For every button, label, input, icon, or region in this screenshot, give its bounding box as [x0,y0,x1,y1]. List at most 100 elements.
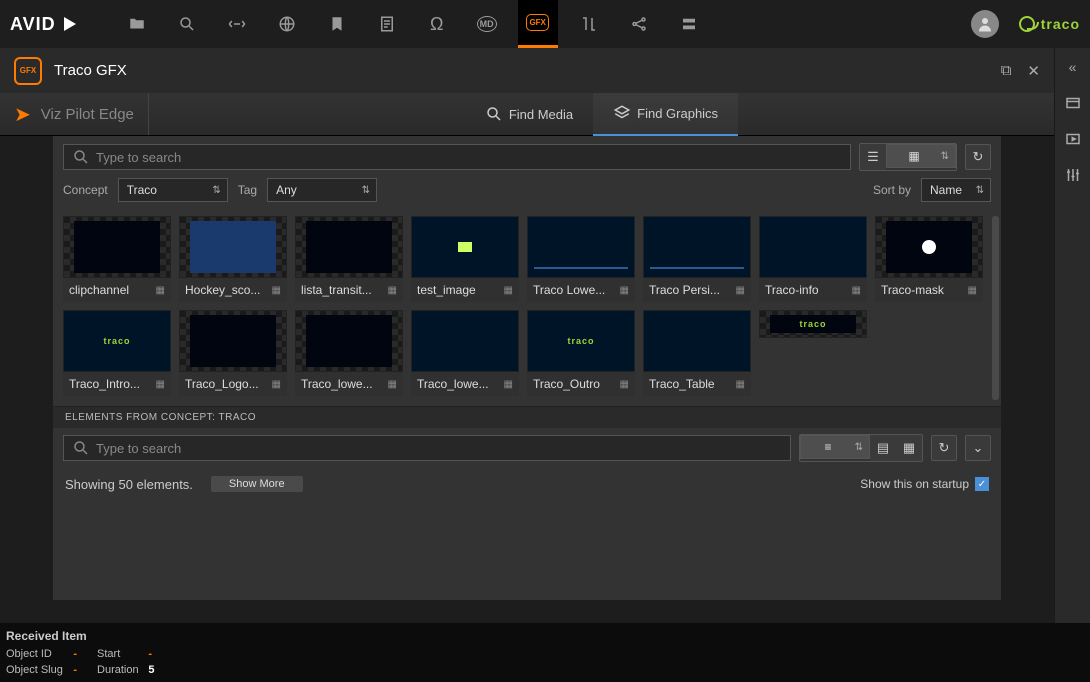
search-icon[interactable] [176,13,198,35]
crop-icon[interactable] [578,13,600,35]
tab-find-graphics[interactable]: Find Graphics [593,93,738,136]
item-name: lista_transit... [301,283,372,297]
elements-expand-icon[interactable]: ⌄ [965,435,991,461]
item-type-icon: ▦ [272,379,281,390]
received-panel: Received Item Object ID - Start - Object… [0,623,1090,682]
adjust-icon[interactable] [1064,166,1082,184]
view-list-icon[interactable]: ☰ [860,144,886,170]
play-panel-icon[interactable] [1064,130,1082,148]
sort-label: Sort by [873,183,911,197]
item-name: clipchannel [69,283,129,297]
link-icon[interactable] [226,13,248,35]
main-panel: Type to search ☰ ▦ ↻ Concept Traco Tag A… [53,136,1001,600]
server-icon[interactable] [678,13,700,35]
graphics-item[interactable]: test_image ▦ [411,216,519,302]
item-type-icon: ▦ [156,379,165,390]
item-type-icon: ▦ [620,379,629,390]
popout-icon[interactable]: ⧉ [1001,62,1012,80]
graphics-item[interactable]: Traco-info ▦ [759,216,867,302]
view-grid-icon[interactable]: ▦ [886,144,956,168]
right-rail: « [1054,48,1090,630]
elements-view-detail-icon[interactable]: ▤ [870,435,896,461]
md-icon[interactable]: MD [476,13,498,35]
item-name: Traco-info [765,283,819,297]
folder-icon[interactable] [126,13,148,35]
graphics-item[interactable]: traco [759,310,867,396]
graphics-item[interactable]: Traco_lowe... ▦ [411,310,519,396]
window-title: Traco GFX [54,62,127,79]
share-icon[interactable] [628,13,650,35]
elements-view-grid-icon[interactable]: ▦ [896,435,922,461]
item-type-icon: ▦ [504,379,513,390]
graphics-item[interactable]: tracoTraco_Outro▦ [527,310,635,396]
tag-label: Tag [238,183,257,197]
top-menu-bar: AVID Ω MD GFX traco [0,0,1090,48]
show-more-button[interactable]: Show More [211,476,303,492]
tab-find-media[interactable]: Find Media [465,93,593,136]
graphics-item[interactable]: Traco_lowe... ▦ [295,310,403,396]
graphics-item[interactable]: clipchannel ▦ [63,216,171,302]
item-name: Traco_lowe... [417,377,489,391]
product-name: Viz Pilot Edge [41,106,134,123]
elements-count: Showing 50 elements. [65,477,193,492]
close-icon[interactable]: ✕ [1027,62,1040,80]
item-name: Traco_lowe... [301,377,373,391]
elements-header: ELEMENTS FROM CONCEPT: TRACO [53,406,1001,428]
graphics-item[interactable]: Hockey_sco... ▦ [179,216,287,302]
search-placeholder: Type to search [96,150,181,165]
user-avatar[interactable] [971,10,999,38]
elements-view-lines-icon[interactable]: ≡ [800,435,870,459]
item-name: Traco Persi... [649,283,720,297]
elements-search-input[interactable]: Type to search [63,435,791,461]
omega-icon[interactable]: Ω [426,13,448,35]
item-name: Traco Lowe... [533,283,605,297]
item-type-icon: ▦ [388,379,397,390]
graphics-grid: clipchannel▦Hockey_sco...▦lista_transit.… [53,210,1001,406]
item-type-icon: ▦ [156,285,165,296]
tag-select[interactable]: Any [267,178,377,202]
item-type-icon: ▦ [736,379,745,390]
graphics-item[interactable]: Traco Persi... ▦ [643,216,751,302]
item-name: Traco-mask [881,283,944,297]
item-name: Traco_Intro... [69,377,140,391]
sort-select[interactable]: Name [921,178,991,202]
item-name: Traco_Outro [533,377,600,391]
item-type-icon: ▦ [968,285,977,296]
globe-icon[interactable] [276,13,298,35]
elements-search-placeholder: Type to search [96,441,181,456]
graphics-item[interactable]: tracoTraco_Intro...▦ [63,310,171,396]
window-titlebar: GFX Traco GFX ⧉ ✕ [0,48,1054,93]
elements-refresh-icon[interactable]: ↻ [931,435,957,461]
window-gfx-icon: GFX [14,57,42,85]
item-type-icon: ▦ [852,285,861,296]
item-name: Traco_Logo... [185,377,259,391]
item-type-icon: ▦ [272,285,281,296]
graphics-item[interactable]: Traco Lowe... ▦ [527,216,635,302]
item-type-icon: ▦ [388,285,397,296]
item-type-icon: ▦ [620,285,629,296]
bookmark-icon[interactable] [326,13,348,35]
refresh-icon[interactable]: ↻ [965,144,991,170]
avid-logo: AVID [10,14,76,35]
item-name: test_image [417,283,476,297]
received-title: Received Item [6,629,1084,643]
graphics-item[interactable]: lista_transit... ▦ [295,216,403,302]
concept-select[interactable]: Traco [118,178,228,202]
item-type-icon: ▦ [736,285,745,296]
search-input[interactable]: Type to search [63,144,851,170]
gfx-icon[interactable]: GFX [518,0,558,48]
startup-label: Show this on startup [860,477,969,491]
viz-pilot-bar: ➤ Viz Pilot Edge Find Media Find Graphic… [0,93,1054,136]
arrow-icon: ➤ [14,102,31,127]
collapse-icon[interactable]: « [1064,58,1082,76]
document-icon[interactable] [376,13,398,35]
item-type-icon: ▦ [504,285,513,296]
item-name: Traco_Table [649,377,715,391]
startup-checkbox[interactable]: ✓ [975,477,989,491]
graphics-item[interactable]: Traco-mask ▦ [875,216,983,302]
graphics-item[interactable]: Traco_Logo... ▦ [179,310,287,396]
concept-label: Concept [63,183,108,197]
graphics-item[interactable]: Traco_Table ▦ [643,310,751,396]
panel-icon[interactable] [1064,94,1082,112]
item-name: Hockey_sco... [185,283,260,297]
